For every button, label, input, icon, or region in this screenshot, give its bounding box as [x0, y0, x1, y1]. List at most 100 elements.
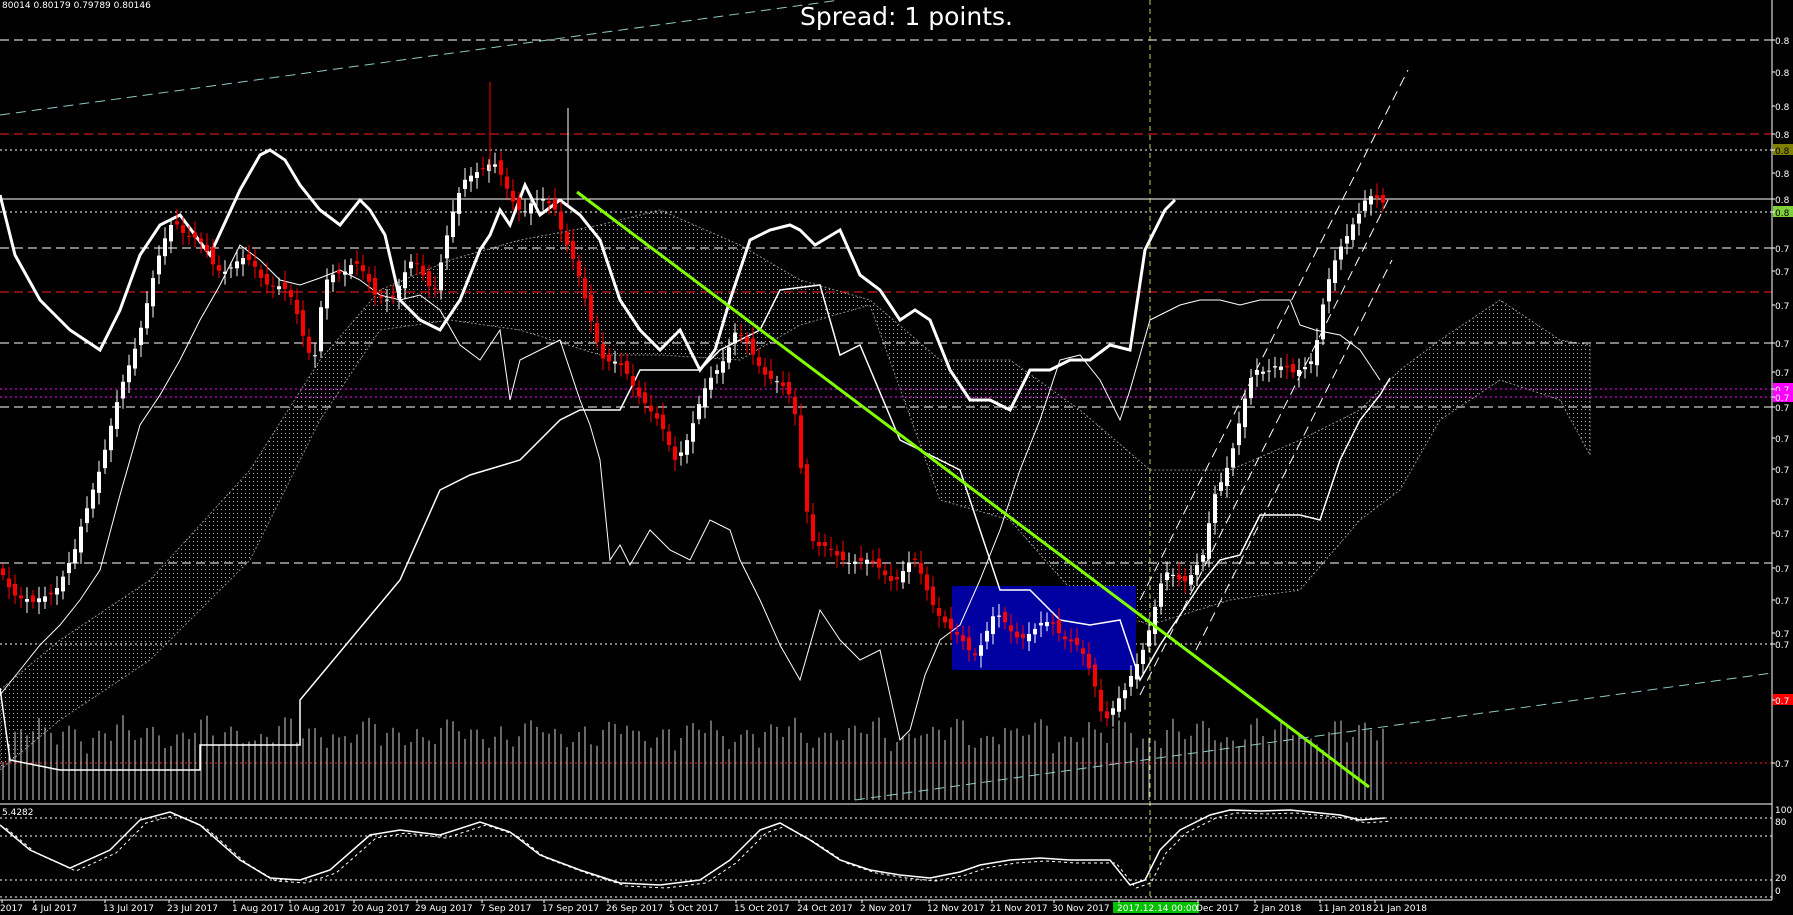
- candle-bull: [1189, 575, 1193, 585]
- time-tick-label: 11 Jan 2018: [1318, 904, 1372, 914]
- candle-bear: [547, 201, 551, 204]
- candle-bear: [1093, 664, 1097, 687]
- candle-bull: [1153, 606, 1157, 634]
- candle-bear: [427, 271, 431, 287]
- price-axis-label: 0.7: [1775, 630, 1789, 640]
- candle-bull: [1225, 467, 1229, 486]
- candle-bear: [559, 211, 563, 230]
- candle-bull: [907, 562, 911, 572]
- price-axis: 0.80.80.80.80.80.80.80.80.70.70.70.70.70…: [1772, 37, 1793, 770]
- candle-bull: [169, 224, 173, 242]
- candle-bull: [1333, 260, 1337, 283]
- candle-bull: [241, 258, 245, 265]
- price-axis-label: 0.7: [1775, 498, 1789, 508]
- candle-bear: [607, 354, 611, 362]
- candle-bull: [733, 332, 737, 344]
- oscillator-value: 5.4282: [2, 808, 34, 818]
- candle-bear: [499, 160, 503, 175]
- candle-bear: [373, 277, 377, 295]
- time-tick-label: 15 Oct 2017: [734, 904, 790, 914]
- time-tick-label: 2 Nov 2017: [860, 904, 912, 914]
- candle-bear: [877, 558, 881, 568]
- candle-bull: [1237, 423, 1241, 446]
- time-tick-label: 5 Oct 2017: [669, 904, 719, 914]
- time-tick-label: 2 Jan 2018: [1253, 904, 1301, 914]
- candle-bear: [781, 382, 785, 386]
- candle-bear: [1063, 636, 1067, 640]
- candle-bear: [751, 338, 755, 355]
- candle-bear: [265, 274, 269, 285]
- candle-bear: [667, 431, 671, 446]
- candle-bear: [739, 335, 743, 337]
- candle-bull: [1303, 366, 1307, 370]
- time-tick-label: 13 Jul 2017: [103, 904, 154, 914]
- candle-bull: [277, 286, 281, 290]
- candle-bear: [973, 653, 977, 656]
- candle-bear: [181, 225, 185, 233]
- oscillator-axis-label: 0: [1775, 887, 1781, 897]
- candle-bear: [565, 231, 569, 245]
- candle-bear: [391, 295, 395, 297]
- candlesticks: [1, 82, 1385, 727]
- price-axis-label: 0.8: [1775, 103, 1790, 113]
- candle-bear: [799, 415, 803, 469]
- candle-bull: [865, 559, 869, 564]
- candle-bull: [1261, 371, 1265, 374]
- candle-bear: [517, 197, 521, 210]
- candle-bull: [1195, 565, 1199, 575]
- candle-bear: [919, 562, 923, 574]
- candle-bull: [979, 645, 983, 656]
- candle-bear: [187, 236, 191, 238]
- candle-bear: [1291, 364, 1295, 373]
- candle-bull: [91, 489, 95, 509]
- candle-bull: [127, 365, 131, 383]
- ohlc-readout: 80014 0.80179 0.79789 0.80146: [2, 1, 151, 11]
- candle-bear: [967, 637, 971, 651]
- candle-bull: [529, 203, 533, 214]
- candle-bear: [247, 254, 251, 260]
- candle-bear: [589, 294, 593, 321]
- price-axis-label: 0.7: [1775, 435, 1789, 445]
- candle-bear: [913, 558, 917, 560]
- candle-bull: [463, 179, 467, 189]
- candle-bull: [313, 355, 317, 357]
- time-tick-label: 12 Nov 2017: [927, 904, 985, 914]
- candle-bull: [703, 388, 707, 407]
- candle-bear: [895, 577, 899, 580]
- candle-bear: [1099, 689, 1103, 712]
- candle-bull: [121, 381, 125, 399]
- candle-bear: [655, 413, 659, 419]
- candle-bull: [721, 361, 725, 373]
- price-axis-label: 0.8: [1775, 131, 1790, 141]
- candle-bull: [1141, 649, 1145, 664]
- candle-bear: [49, 592, 53, 595]
- candle-bull: [1363, 200, 1367, 211]
- candle-bear: [295, 299, 299, 315]
- oscillator-main-line: [0, 809, 1386, 886]
- candle-bear: [571, 240, 575, 259]
- price-axis-label: 0.7: [1775, 530, 1789, 540]
- candle-bull: [697, 404, 701, 420]
- candle-bull: [229, 267, 233, 269]
- candle-bull: [1201, 555, 1205, 562]
- time-tick-label: 20 Aug 2017: [352, 904, 410, 914]
- price-chart[interactable]: 5.4282 100 80 20 0 2017 4 Jul 2017 13 Jul 2017…: [0, 0, 1793, 915]
- candle-bear: [7, 578, 11, 588]
- candle-bull: [73, 549, 77, 564]
- candle-bear: [943, 616, 947, 623]
- oscillator-panel: 5.4282 100 80 20 0: [0, 803, 1792, 898]
- candle-bull: [1273, 366, 1277, 368]
- time-tick-label: Dec 2017: [1196, 904, 1239, 914]
- candle-bull: [1117, 698, 1121, 712]
- candle-bull: [79, 526, 83, 553]
- candle-bull: [715, 370, 719, 374]
- time-tick-label: 7 Sep 2017: [480, 904, 531, 914]
- candle-bear: [1057, 620, 1061, 634]
- candle-bear: [31, 595, 35, 603]
- candle-bear: [1069, 639, 1073, 642]
- time-tick-label: 30 Nov 2017: [1052, 904, 1110, 914]
- candle-bull: [1033, 628, 1037, 635]
- candle-bull: [163, 238, 167, 257]
- candle-bull: [1171, 574, 1175, 577]
- candle-bull: [97, 471, 101, 493]
